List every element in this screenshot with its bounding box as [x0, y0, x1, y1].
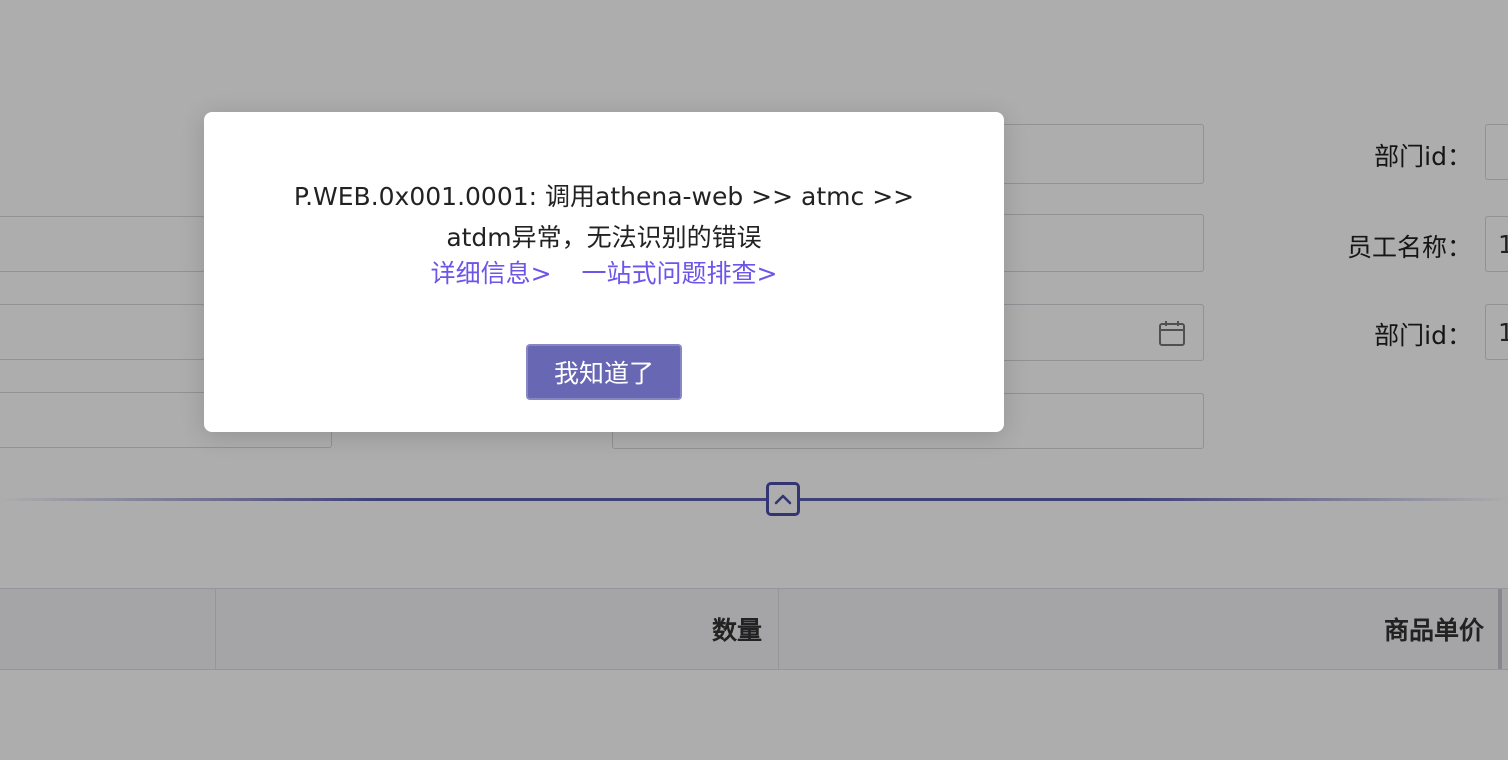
acknowledge-button[interactable]: 我知道了: [526, 344, 682, 400]
error-message: P.WEB.0x001.0001: 调用athena-web >> atmc >…: [293, 182, 915, 252]
troubleshoot-link[interactable]: 一站式问题排查>: [581, 259, 777, 288]
error-dialog: P.WEB.0x001.0001: 调用athena-web >> atmc >…: [204, 112, 1004, 432]
dialog-links: 详细信息> 一站式问题排查>: [204, 253, 1004, 294]
details-link[interactable]: 详细信息>: [431, 259, 552, 288]
